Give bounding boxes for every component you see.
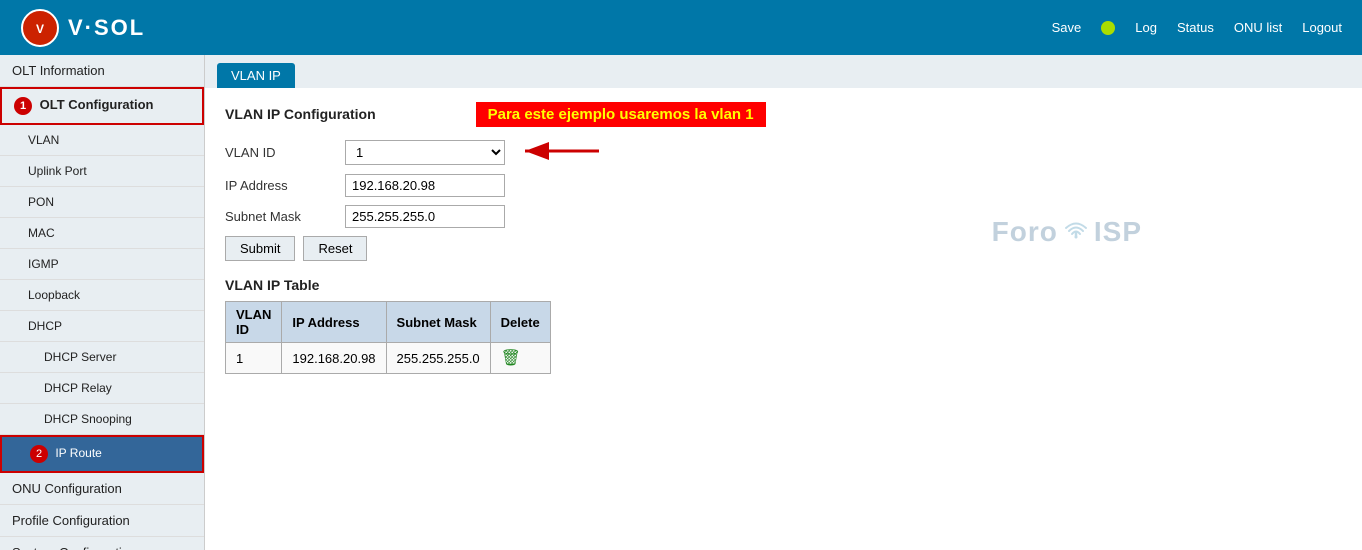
delete-row-button[interactable]: 🗑	[501, 348, 521, 368]
cell-ip-address: 192.168.20.98	[282, 343, 386, 374]
sidebar-item-profile-config[interactable]: Profile Configuration	[0, 505, 204, 537]
reset-button[interactable]: Reset	[303, 236, 367, 261]
logo-text: V·SOL	[68, 15, 145, 41]
table-row: 1 192.168.20.98 255.255.255.0 🗑	[226, 343, 551, 374]
sidebar-item-onu-config[interactable]: ONU Configuration	[0, 473, 204, 505]
sidebar-item-system-config[interactable]: System Configuration	[0, 537, 204, 550]
badge-1: 1	[14, 97, 32, 115]
nav-onu-list[interactable]: ONU list	[1234, 20, 1282, 35]
tab-vlan-ip[interactable]: VLAN IP	[217, 63, 295, 88]
subnet-mask-input[interactable]	[345, 205, 505, 228]
logo-area: V V·SOL	[20, 8, 145, 48]
sidebar-item-olt-info[interactable]: OLT Information	[0, 55, 204, 87]
badge-2: 2	[30, 445, 48, 463]
col-delete: Delete	[490, 302, 550, 343]
sidebar-item-ip-route[interactable]: 2 IP Route	[0, 435, 204, 473]
cell-vlan-id: 1	[226, 343, 282, 374]
sidebar-item-uplink-port[interactable]: Uplink Port	[0, 156, 204, 187]
sidebar-item-dhcp-server[interactable]: DHCP Server	[0, 342, 204, 373]
ip-address-input[interactable]	[345, 174, 505, 197]
arrow-indicator	[521, 139, 601, 166]
vlan-id-label: VLAN ID	[225, 145, 345, 160]
status-indicator	[1101, 21, 1115, 35]
nav-logout[interactable]: Logout	[1302, 20, 1342, 35]
submit-button[interactable]: Submit	[225, 236, 295, 261]
main-layout: OLT Information 1 OLT Configuration VLAN…	[0, 55, 1362, 550]
svg-text:V: V	[36, 22, 44, 36]
form-section: VLAN IP Configuration Para este ejemplo …	[205, 88, 1362, 388]
nav-status[interactable]: Status	[1177, 20, 1214, 35]
col-vlan-id: VLAN ID	[226, 302, 282, 343]
vsol-logo-icon: V	[20, 8, 60, 48]
sidebar-item-vlan[interactable]: VLAN	[0, 125, 204, 156]
col-subnet-mask: Subnet Mask	[386, 302, 490, 343]
form-title: VLAN IP Configuration	[225, 106, 376, 122]
content-area: VLAN IP VLAN IP Configuration Para este …	[205, 55, 1362, 550]
sidebar-item-olt-config[interactable]: 1 OLT Configuration	[0, 87, 204, 125]
sidebar-item-dhcp-snooping[interactable]: DHCP Snooping	[0, 404, 204, 435]
sidebar-item-dhcp-relay[interactable]: DHCP Relay	[0, 373, 204, 404]
table-section: VLAN IP Table VLAN ID IP Address Subnet …	[225, 277, 1342, 374]
subnet-mask-row: Subnet Mask	[225, 205, 1342, 228]
annotation-text: Para este ejemplo usaremos la vlan 1	[476, 102, 766, 127]
header: V V·SOL Save Log Status ONU list Logout	[0, 0, 1362, 55]
sidebar-item-loopback[interactable]: Loopback	[0, 280, 204, 311]
sidebar-item-pon[interactable]: PON	[0, 187, 204, 218]
save-button[interactable]: Save	[1052, 20, 1082, 35]
col-ip-address: IP Address	[282, 302, 386, 343]
nav-log[interactable]: Log	[1135, 20, 1157, 35]
sidebar-item-mac[interactable]: MAC	[0, 218, 204, 249]
tab-bar: VLAN IP	[205, 55, 1362, 88]
header-right: Save Log Status ONU list Logout	[1052, 20, 1342, 35]
subnet-mask-label: Subnet Mask	[225, 209, 345, 224]
sidebar-item-dhcp[interactable]: DHCP	[0, 311, 204, 342]
form-buttons: Submit Reset	[225, 236, 1342, 261]
sidebar-item-igmp[interactable]: IGMP	[0, 249, 204, 280]
vlan-id-row: VLAN ID 1	[225, 139, 1342, 166]
table-title: VLAN IP Table	[225, 277, 1342, 293]
cell-subnet-mask: 255.255.255.0	[386, 343, 490, 374]
ip-address-row: IP Address	[225, 174, 1342, 197]
sidebar: OLT Information 1 OLT Configuration VLAN…	[0, 55, 205, 550]
vlan-ip-table: VLAN ID IP Address Subnet Mask Delete 1 …	[225, 301, 551, 374]
vlan-id-select[interactable]: 1	[345, 140, 505, 165]
ip-address-label: IP Address	[225, 178, 345, 193]
